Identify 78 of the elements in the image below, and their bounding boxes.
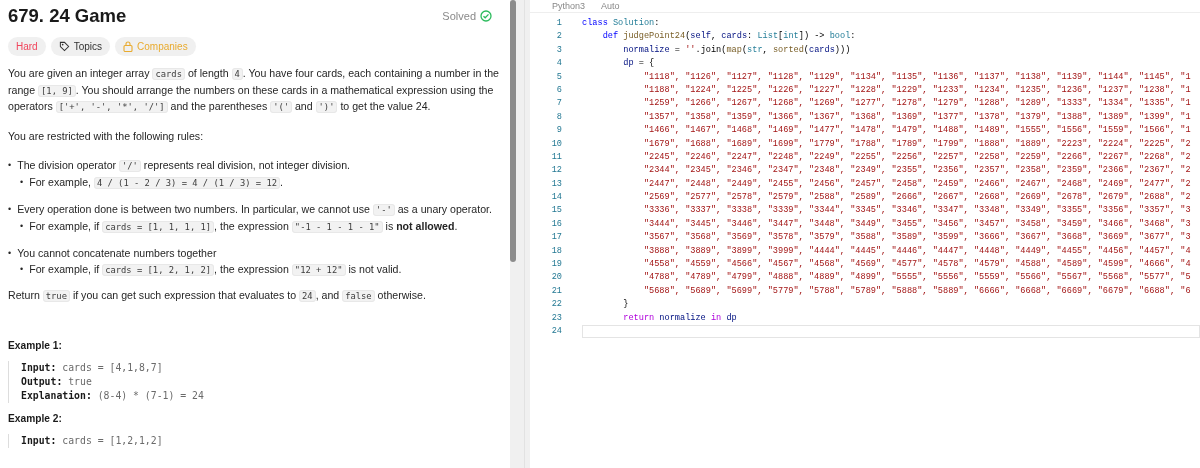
line-number: 1 bbox=[555, 17, 563, 30]
code-line: "2447", "2448", "2449", "2455", "2456", "2457", "2458", "2459", "2466", "2467", "2468", "2469", "2477", "2 bbox=[642, 177, 1192, 191]
description-paragraph: You are given an integer array cards of length 4 . You have four cards, each containing a number in the range [1, 9] . You should arrange the numbers on these cards in a mathematical expression using the operators ['+', '-', '*', '/'] and the parentheses '(' and ')' to get the value 24. bbox=[8, 66, 500, 115]
code-line: return normalize in dp bbox=[622, 311, 738, 325]
line-number: 18 bbox=[550, 244, 563, 258]
rule-item: You cannot concatenate numbers together bbox=[17, 246, 217, 261]
solved-label: Solved bbox=[442, 10, 476, 22]
example-heading: Example 1: bbox=[8, 339, 63, 351]
code-line: "5688", "5689", "5699", "5779", "5788", "5789", "5888", "5889", "6666", "6668", "6669", "6679", "6688", "6 bbox=[642, 284, 1192, 298]
auto-mode-label: Auto bbox=[601, 0, 620, 12]
line-number: 5 bbox=[555, 70, 563, 84]
bullet: • bbox=[20, 176, 24, 189]
line-number: 23 bbox=[550, 311, 563, 325]
rule-item: Every operation done is between two numbers. In particular, we cannot use '-' as a unary operator. bbox=[17, 202, 492, 218]
rule-item: The division operator '/' represents real division, not integer division. bbox=[17, 158, 350, 174]
example-note: For example, if cards = [1, 2, 1, 2] , the expression "12 + 12" is not valid. bbox=[29, 262, 402, 278]
code-line: def judgePoint24(self, cards: List[int]) -> bool: bbox=[601, 30, 857, 44]
line-number: 19 bbox=[550, 258, 563, 272]
line-number: 14 bbox=[550, 191, 563, 205]
line-number: 24 bbox=[550, 325, 563, 338]
code-line: "3888", "3889", "3899", "3999", "4444", "4445", "4446", "4447", "4448", "4449", "4455", "4456", "4457", "4 bbox=[642, 244, 1192, 258]
line-number: 12 bbox=[550, 164, 563, 178]
code-line: "3567", "3568", "3569", "3578", "3579", "3588", "3589", "3599", "3666", "3667", "3668", "3669", "3677", "3 bbox=[642, 231, 1192, 245]
line-number: 8 bbox=[555, 110, 563, 124]
example-note: For example, 4 / (1 - 2 / 3) = 4 / (1 / 3) = 12 . bbox=[29, 175, 283, 191]
bullet: • bbox=[8, 247, 12, 260]
line-number: 3 bbox=[555, 43, 563, 57]
example-line: Explanation: (8-4) * (7-1) = 24 bbox=[21, 388, 205, 403]
code-line: "4788", "4789", "4799", "4888", "4889", "4899", "5555", "5556", "5559", "5566", "5567", "5568", "5577", "5 bbox=[642, 271, 1192, 285]
example-line: Input: cards = [1,2,1,2] bbox=[21, 433, 164, 448]
bullet: • bbox=[20, 220, 24, 233]
code-line: normalize = ''.join(map(str, sorted(cards))) bbox=[622, 43, 852, 57]
code-line: "1357", "1358", "1359", "1366", "1367", "1368", "1369", "1377", "1378", "1379", "1388", "1389", "1399", "1 bbox=[642, 110, 1192, 124]
code-line: "3444", "3445", "3446", "3447", "3448", "3449", "3455", "3456", "3457", "3458", "3459", "3466", "3468", "3 bbox=[642, 217, 1192, 231]
code-line: "2245", "2246", "2247", "2248", "2249", "2255", "2256", "2257", "2258", "2259", "2266", "2267", "2268", "2 bbox=[642, 150, 1192, 164]
description-paragraph: You are restricted with the following rules: bbox=[8, 128, 205, 144]
check-circle-icon bbox=[480, 10, 492, 22]
line-number: 22 bbox=[550, 298, 563, 312]
scrollbar-thumb[interactable] bbox=[510, 0, 516, 262]
language-selector[interactable]: Python3 bbox=[552, 0, 586, 12]
code-line: "3336", "3337", "3338", "3339", "3344", "3345", "3346", "3347", "3348", "3349", "3355", "3356", "3357", "3 bbox=[642, 204, 1192, 218]
code-line: "2569", "2577", "2578", "2579", "2588", "2589", "2666", "2667", "2668", "2669", "2678", "2679", "2688", "2 bbox=[642, 191, 1192, 205]
code-line: } bbox=[622, 298, 630, 312]
line-number: 7 bbox=[555, 97, 563, 111]
bullet: • bbox=[20, 263, 24, 276]
line-number: 10 bbox=[550, 137, 563, 151]
line-number: 15 bbox=[550, 204, 563, 218]
code-line: "1466", "1467", "1468", "1469", "1477", "1478", "1479", "1488", "1489", "1555", "1556", "1559", "1566", "1 bbox=[642, 124, 1192, 138]
code-line: "1118", "1126", "1127", "1128", "1129", "1134", "1135", "1136", "1137", "1138", "1139", "1144", "1145", "1 bbox=[642, 70, 1192, 84]
example-heading: Example 2: bbox=[8, 412, 63, 424]
code-line: dp = { bbox=[622, 57, 656, 71]
line-number: 13 bbox=[550, 177, 563, 191]
code-line: "1679", "1688", "1689", "1699", "1779", "1788", "1789", "1799", "1888", "1889", "2223", "2224", "2225", "2 bbox=[642, 137, 1192, 151]
example-note: For example, if cards = [1, 1, 1, 1] , the expression "-1 - 1 - 1 - 1" is not allowed. bbox=[29, 219, 458, 235]
line-number: 9 bbox=[555, 124, 563, 138]
tag-icon bbox=[58, 41, 70, 52]
topics-button[interactable]: Topics bbox=[50, 37, 111, 56]
example-line: Input: cards = [4,1,8,7] bbox=[21, 360, 164, 375]
line-number: 17 bbox=[550, 231, 563, 245]
code-line: "1188", "1224", "1225", "1226", "1227", "1228", "1229", "1233", "1234", "1235", "1236", "1237", "1238", "1 bbox=[642, 83, 1192, 97]
code-line: "4558", "4559", "4566", "4567", "4568", "4569", "4577", "4578", "4579", "4588", "4589", "4599", "4666", "4 bbox=[642, 258, 1192, 272]
code-line: "2344", "2345", "2346", "2347", "2348", "2349", "2355", "2356", "2357", "2358", "2359", "2366", "2367", "2 bbox=[642, 164, 1192, 178]
bullet: • bbox=[8, 159, 12, 172]
code-line: class Solution: bbox=[582, 17, 661, 30]
problem-title: 679. 24 Game bbox=[8, 5, 127, 27]
line-number: 2 bbox=[555, 30, 563, 44]
code-line: "1259", "1266", "1267", "1268", "1269", "1277", "1278", "1279", "1288", "1289", "1333", "1334", "1335", "1 bbox=[642, 97, 1192, 111]
lock-icon bbox=[123, 41, 134, 52]
bullet: • bbox=[8, 203, 12, 216]
difficulty-badge: Hard bbox=[8, 37, 46, 56]
line-number: 6 bbox=[555, 83, 563, 97]
description-paragraph: Return true if you can get such expression that evaluates to 24 , and false otherwise. bbox=[8, 288, 427, 304]
line-number: 16 bbox=[550, 217, 563, 231]
example-line: Output: true bbox=[21, 374, 93, 389]
line-number: 4 bbox=[555, 57, 563, 71]
line-number: 20 bbox=[550, 271, 563, 285]
line-number: 21 bbox=[550, 284, 563, 298]
line-number: 11 bbox=[550, 150, 563, 164]
